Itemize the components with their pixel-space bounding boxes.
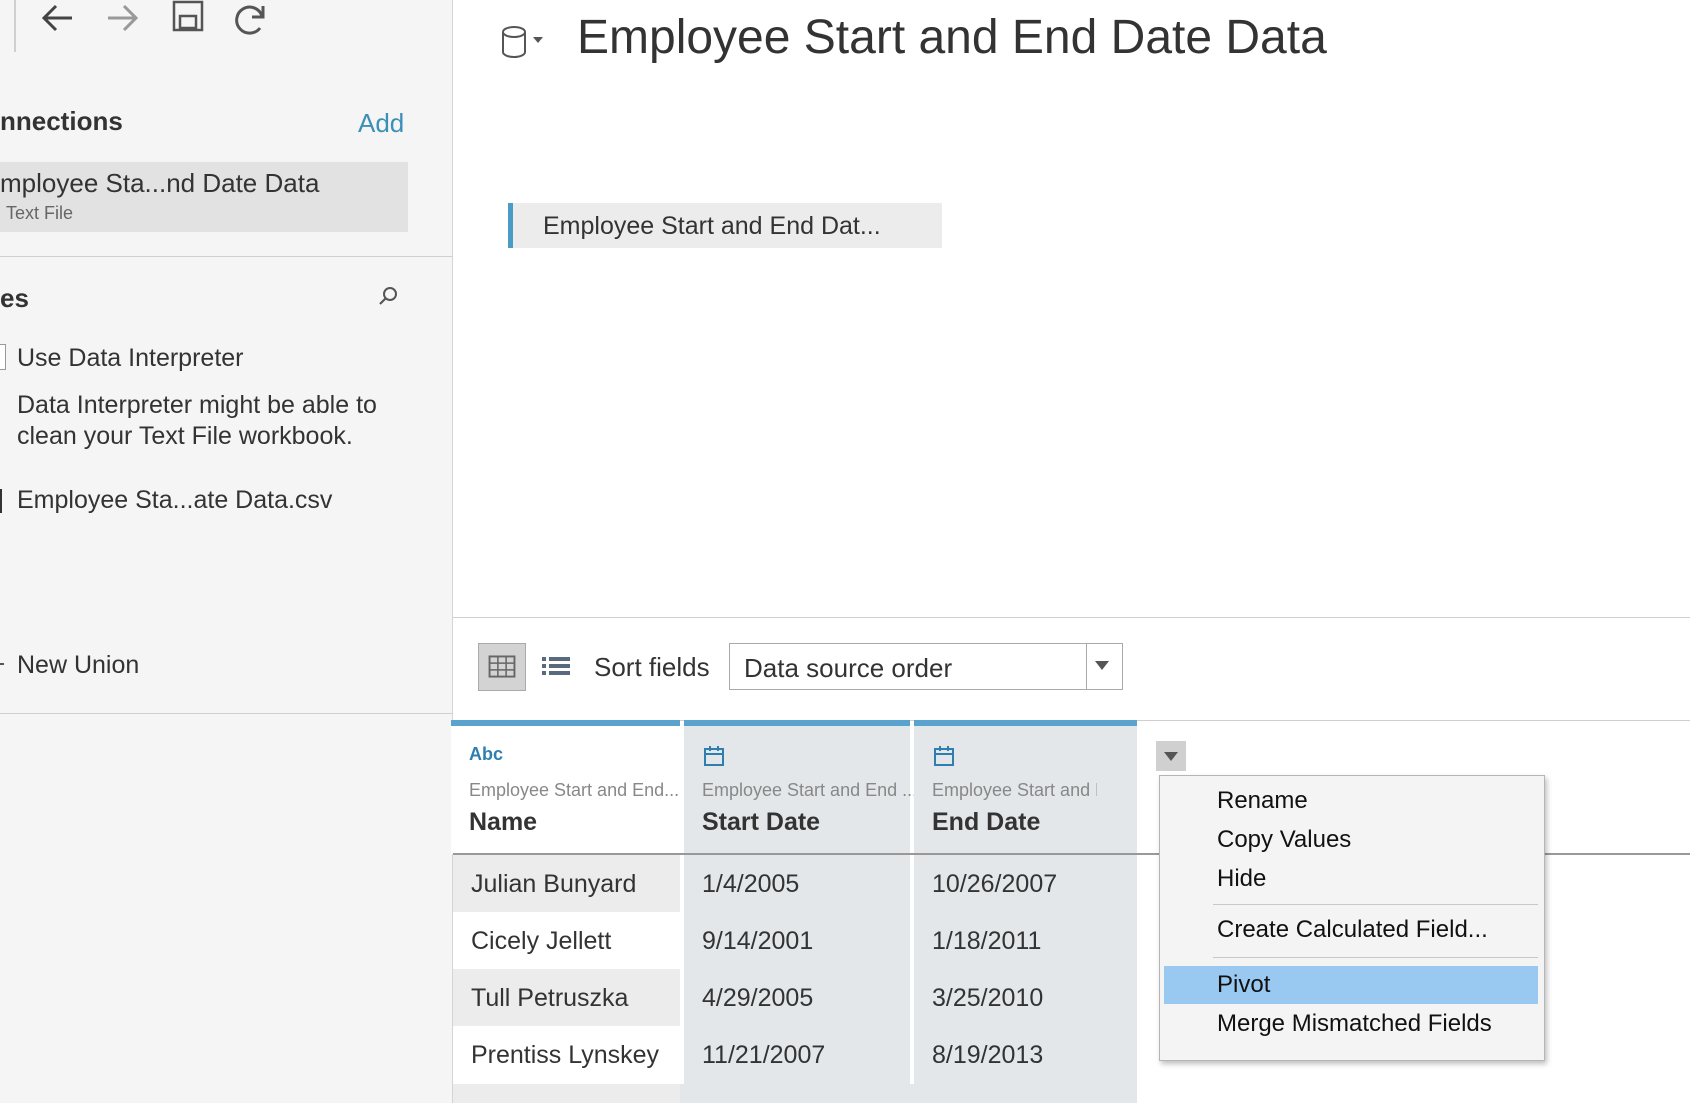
sort-fields-value: Data source order <box>744 653 953 683</box>
table-pill[interactable]: Employee Start and End Dat... <box>508 203 942 248</box>
column-name: Name <box>469 808 538 836</box>
new-union-item[interactable]: New Union <box>17 651 139 680</box>
column-menu-button[interactable] <box>1156 741 1186 771</box>
divider <box>0 713 452 714</box>
union-icon <box>0 652 8 676</box>
chevron-down-icon <box>1164 752 1178 761</box>
string-type-icon[interactable]: Abc <box>469 744 503 765</box>
divider <box>0 256 452 257</box>
column-source: Employee Start and E <box>932 780 1097 800</box>
table-cell[interactable]: 4/29/2005 <box>684 969 910 1027</box>
data-interpreter-description: Data Interpreter might be able to clean … <box>17 391 377 450</box>
menu-item-copy-values[interactable]: Copy Values <box>1164 821 1538 859</box>
back-arrow-icon[interactable] <box>38 0 78 40</box>
select-separator <box>1086 644 1087 689</box>
column-header-start-date[interactable]: Employee Start and End ... Start Date <box>684 726 917 854</box>
toolbar-separator <box>14 0 16 52</box>
refresh-icon[interactable] <box>230 0 270 40</box>
grid-icon <box>488 655 516 678</box>
list-icon <box>542 657 570 675</box>
files-title: es <box>0 283 29 313</box>
data-interpreter-label[interactable]: Use Data Interpreter <box>17 344 244 373</box>
sort-fields-select[interactable]: Data source order <box>729 643 1123 690</box>
menu-item-hide[interactable]: Hide <box>1164 860 1538 898</box>
table-cell[interactable]: 8/19/2013 <box>914 1026 1137 1084</box>
chevron-down-icon[interactable] <box>1095 661 1109 670</box>
column-header-end-date[interactable]: Employee Start and E End Date <box>914 726 1137 854</box>
file-icon <box>0 489 2 513</box>
column-source: Employee Start and End... <box>469 780 680 800</box>
page-title[interactable]: Employee Start and End Date Data <box>577 10 1327 65</box>
table-row[interactable] <box>453 1084 680 1103</box>
left-panel: nnections Add mployee Sta...nd Date Data… <box>0 0 453 1103</box>
add-connection-link[interactable]: Add <box>358 108 404 139</box>
menu-item-create-calculated-field[interactable]: Create Calculated Field... <box>1164 911 1538 949</box>
calendar-icon[interactable] <box>702 744 726 773</box>
table-cell[interactable]: 3/25/2010 <box>914 969 1137 1027</box>
table-cell[interactable]: Julian Bunyard <box>453 855 680 913</box>
menu-separator <box>1213 957 1538 958</box>
datasource-icon[interactable] <box>496 20 552 64</box>
list-view-button[interactable] <box>538 649 574 685</box>
table-cell[interactable]: 9/14/2001 <box>684 912 910 970</box>
menu-separator <box>1213 904 1538 905</box>
context-menu: Rename Copy Values Hide Create Calculate… <box>1159 775 1545 1061</box>
column-source: Employee Start and End ... <box>702 780 918 800</box>
table-cell[interactable]: 11/21/2007 <box>684 1026 910 1084</box>
connection-name: mployee Sta...nd Date Data <box>0 168 320 198</box>
canvas-divider[interactable] <box>453 617 1690 618</box>
menu-item-merge-mismatched-fields[interactable]: Merge Mismatched Fields <box>1164 1005 1538 1043</box>
table-cell[interactable]: Tull Petruszka <box>453 969 680 1027</box>
calendar-icon[interactable] <box>932 744 956 773</box>
column-name: Start Date <box>702 808 821 836</box>
search-icon[interactable] <box>376 284 400 308</box>
table-cell[interactable]: 1/4/2005 <box>684 855 910 913</box>
table-cell[interactable]: Prentiss Lynskey <box>453 1026 680 1084</box>
sort-fields-label: Sort fields <box>594 652 710 682</box>
table-cell[interactable]: 1/18/2011 <box>914 912 1137 970</box>
menu-item-pivot[interactable]: Pivot <box>1164 966 1538 1004</box>
grid-view-button[interactable] <box>478 643 526 691</box>
table-cell[interactable]: 10/26/2007 <box>914 855 1137 913</box>
table-pill-label: Employee Start and End Dat... <box>543 212 881 240</box>
connection-type: Text File <box>6 203 74 223</box>
connections-title: nnections <box>0 106 123 136</box>
forward-arrow-icon[interactable] <box>102 0 142 40</box>
data-interpreter-checkbox[interactable] <box>0 344 6 370</box>
menu-item-rename[interactable]: Rename <box>1164 782 1538 820</box>
column-name: End Date <box>932 808 1041 836</box>
file-item[interactable]: Employee Sta...ate Data.csv <box>17 486 332 515</box>
table-cell[interactable]: Cicely Jellett <box>453 912 680 970</box>
column-header-name[interactable]: Abc Employee Start and End... Name <box>451 726 680 854</box>
save-icon[interactable] <box>168 0 208 40</box>
